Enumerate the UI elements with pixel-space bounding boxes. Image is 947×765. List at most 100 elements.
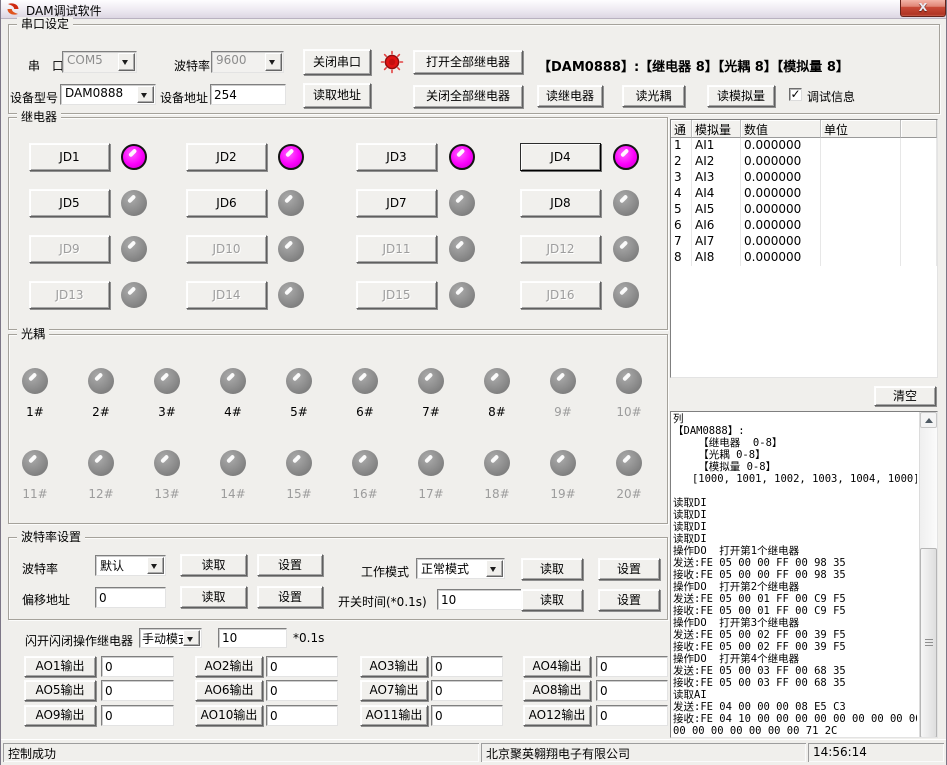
set-offset-button[interactable]: 设置 (257, 586, 323, 608)
flash-mode-combobox[interactable]: 手动模式 (139, 628, 202, 648)
analog-table-header-cell[interactable]: 数值 (741, 120, 821, 138)
relay-button-jd7[interactable]: JD7 (356, 189, 437, 217)
table-row[interactable]: 2AI20.000000 (671, 154, 937, 170)
relay-button-jd12[interactable]: JD12 (520, 235, 601, 263)
relay-button-jd14[interactable]: JD14 (186, 281, 267, 309)
table-row[interactable]: 1AI10.000000 (671, 138, 937, 154)
ao-output-button-8[interactable]: AO8输出 (523, 680, 591, 701)
baudrate-set-combobox-arrow-icon[interactable] (147, 557, 164, 574)
ao-output-input-12[interactable] (596, 705, 668, 726)
relay-button-jd10[interactable]: JD10 (186, 235, 267, 263)
relay-button-jd16[interactable]: JD16 (520, 281, 601, 309)
workmode-combobox-arrow-icon[interactable] (486, 560, 503, 577)
ao-output-button-4[interactable]: AO4输出 (523, 656, 591, 677)
ao-output-input-6[interactable] (266, 680, 338, 701)
ao-output-input-5[interactable] (101, 680, 174, 701)
analog-table-header-cell[interactable]: 单位 (821, 120, 901, 138)
relay-button-jd3[interactable]: JD3 (356, 143, 437, 171)
relay-led-4 (613, 144, 639, 170)
relay-button-jd5[interactable]: JD5 (29, 189, 110, 217)
close-port-button[interactable]: 关闭串口 (303, 49, 371, 75)
table-row[interactable]: 8AI80.000000 (671, 250, 937, 266)
clear-log-button[interactable]: 清空 (874, 386, 936, 406)
ao-output-input-2[interactable] (266, 656, 338, 677)
relay-button-jd13[interactable]: JD13 (29, 281, 110, 309)
read-switch-time-button[interactable]: 读取 (521, 589, 583, 611)
baudrate-combobox[interactable]: 9600 (211, 51, 284, 73)
set-workmode-button[interactable]: 设置 (598, 558, 660, 580)
opto-label-20: 20# (604, 487, 654, 501)
ao-output-input-11[interactable] (431, 705, 503, 726)
baudrate-combobox-arrow-icon[interactable] (265, 53, 282, 71)
read-relays-button[interactable]: 读继电器 (537, 85, 603, 107)
set-switch-time-button[interactable]: 设置 (598, 589, 660, 611)
opto-led-11 (22, 450, 48, 476)
read-workmode-button[interactable]: 读取 (521, 558, 583, 580)
relay-button-jd4[interactable]: JD4 (520, 143, 601, 171)
ao-output-input-4[interactable] (596, 656, 668, 677)
analog-table-header-cell[interactable]: 通 (671, 120, 692, 138)
close-button[interactable]: X (900, 0, 946, 17)
flash-time-input[interactable] (218, 628, 287, 648)
scrollbar-thumb[interactable] (920, 548, 937, 738)
relay-button-jd8[interactable]: JD8 (520, 189, 601, 217)
relay-button-jd11[interactable]: JD11 (356, 235, 437, 263)
debug-info-checkbox[interactable]: ✓ (789, 88, 802, 101)
ao-output-button-12[interactable]: AO12输出 (523, 705, 591, 726)
relay-led-15 (449, 282, 475, 308)
device-model-combobox-arrow-icon[interactable] (137, 86, 154, 103)
log-scrollbar[interactable] (919, 412, 937, 737)
ao-output-input-10[interactable] (266, 705, 338, 726)
relay-button-jd15[interactable]: JD15 (356, 281, 437, 309)
read-offset-button[interactable]: 读取 (180, 586, 247, 608)
read-analog-button[interactable]: 读模拟量 (707, 85, 775, 107)
ao-output-input-3[interactable] (431, 656, 503, 677)
table-row[interactable]: 7AI70.000000 (671, 234, 937, 250)
workmode-combobox[interactable]: 正常模式 (416, 558, 505, 579)
ao-output-input-8[interactable] (596, 680, 668, 701)
flash-mode-combobox-arrow-icon[interactable] (183, 630, 200, 646)
table-row[interactable]: 6AI60.000000 (671, 218, 937, 234)
switch-time-input[interactable] (437, 589, 525, 610)
read-address-button[interactable]: 读取地址 (303, 83, 371, 108)
read-opto-button[interactable]: 读光耦 (622, 85, 685, 107)
scrollbar-up-arrow-icon[interactable] (920, 412, 937, 428)
analog-table-header-cell[interactable] (901, 120, 937, 138)
opto-led-14 (220, 450, 246, 476)
port-combobox-arrow-icon[interactable] (118, 53, 135, 71)
ao-output-button-9[interactable]: AO9输出 (24, 705, 96, 726)
device-model-combobox[interactable]: DAM0888 (60, 84, 156, 105)
device-address-input[interactable] (210, 84, 286, 105)
offset-address-input[interactable] (95, 587, 166, 608)
ao-output-button-6[interactable]: AO6输出 (195, 680, 263, 701)
read-baudrate-button[interactable]: 读取 (180, 554, 247, 576)
analog-table-header-cell[interactable]: 模拟量 (692, 120, 741, 138)
set-baudrate-button[interactable]: 设置 (257, 554, 323, 576)
opto-led-17 (418, 450, 444, 476)
relay-button-jd6[interactable]: JD6 (186, 189, 267, 217)
ao-output-button-7[interactable]: AO7输出 (360, 680, 428, 701)
relay-button-jd9[interactable]: JD9 (29, 235, 110, 263)
table-row[interactable]: 5AI50.000000 (671, 202, 937, 218)
ao-output-input-7[interactable] (431, 680, 503, 701)
ao-output-button-1[interactable]: AO1输出 (24, 656, 96, 677)
relay-button-jd1[interactable]: JD1 (29, 143, 110, 171)
table-row[interactable]: 3AI30.000000 (671, 170, 937, 186)
port-combobox[interactable]: COM5 (62, 51, 137, 73)
ao-output-input-1[interactable] (101, 656, 174, 677)
opto-label-14: 14# (208, 487, 258, 501)
port-combobox-value: COM5 (67, 53, 118, 67)
ao-output-button-2[interactable]: AO2输出 (195, 656, 263, 677)
ao-output-input-9[interactable] (101, 705, 174, 726)
ao-output-button-3[interactable]: AO3输出 (360, 656, 428, 677)
relay-button-jd2[interactable]: JD2 (186, 143, 267, 171)
close-all-relays-button[interactable]: 关闭全部继电器 (413, 85, 523, 108)
status-time: 14:56:14 (808, 743, 944, 762)
opto-led-6 (352, 368, 378, 394)
open-all-relays-button[interactable]: 打开全部继电器 (413, 50, 523, 74)
ao-output-button-5[interactable]: AO5输出 (24, 680, 96, 701)
ao-output-button-10[interactable]: AO10输出 (195, 705, 263, 726)
ao-output-button-11[interactable]: AO11输出 (360, 705, 428, 726)
baudrate-set-combobox[interactable]: 默认 (95, 555, 166, 576)
table-row[interactable]: 4AI40.000000 (671, 186, 937, 202)
